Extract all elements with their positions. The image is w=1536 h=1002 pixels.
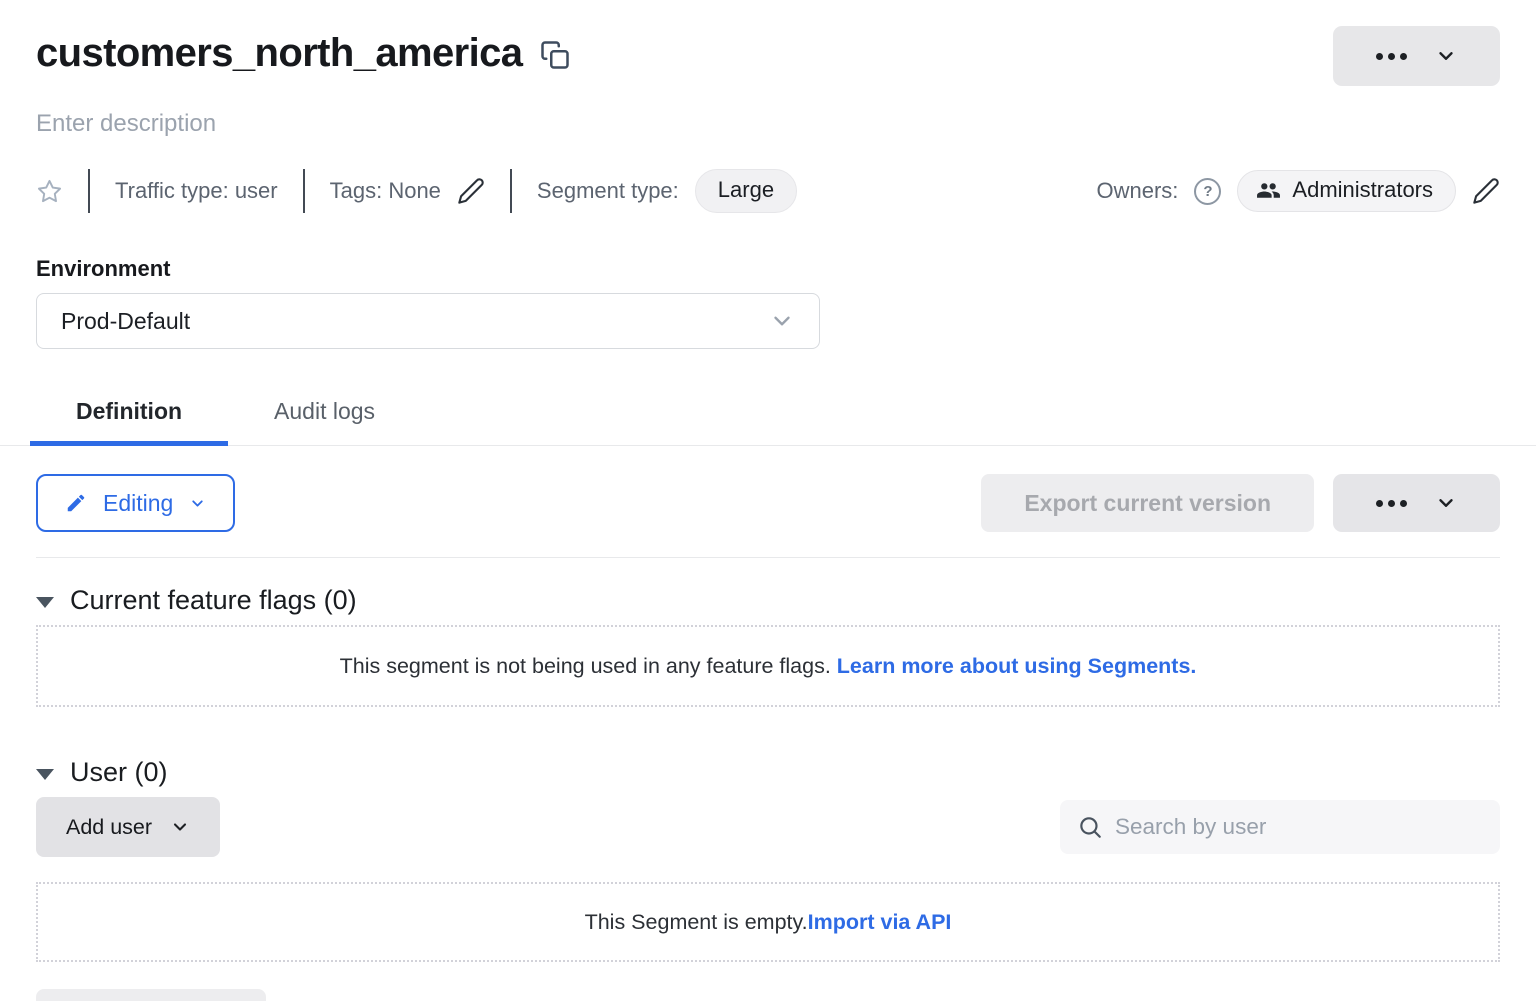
help-icon[interactable]: ? xyxy=(1194,178,1221,205)
user-empty-state: This Segment is empty.Import via API xyxy=(36,882,1500,962)
editing-label: Editing xyxy=(103,490,173,517)
segment-detail-page: customers_north_america Enter descriptio… xyxy=(0,26,1536,1001)
edit-tags-icon[interactable] xyxy=(457,177,485,205)
ellipsis-icon xyxy=(1376,53,1407,60)
environment-label: Environment xyxy=(36,256,1500,282)
editing-mode-button[interactable]: Editing xyxy=(36,474,235,532)
toolbar-right: Export current version xyxy=(981,474,1500,532)
star-icon[interactable] xyxy=(36,178,63,205)
meta-row: Traffic type: user Tags: None Segment ty… xyxy=(36,168,1500,214)
user-section-header[interactable]: User (0) xyxy=(36,757,1500,788)
export-current-version-button[interactable]: Export current version xyxy=(981,474,1314,532)
divider-vertical xyxy=(510,169,512,213)
chevron-down-icon xyxy=(170,817,190,837)
description-field[interactable]: Enter description xyxy=(36,110,1500,138)
collapse-triangle-icon xyxy=(36,769,54,780)
divider-vertical xyxy=(88,169,90,213)
chevron-down-icon xyxy=(189,495,206,512)
definition-toolbar: Editing Export current version xyxy=(36,474,1500,532)
tags-group: Tags: None xyxy=(330,177,485,205)
people-icon xyxy=(1256,178,1281,203)
environment-select[interactable]: Prod-Default xyxy=(36,293,820,349)
import-via-api-link[interactable]: Import via API xyxy=(808,910,952,934)
learn-more-segments-link[interactable]: Learn more about using Segments. xyxy=(837,654,1197,678)
tab-audit-logs[interactable]: Audit logs xyxy=(228,386,421,445)
user-section-title: User (0) xyxy=(70,757,168,788)
user-empty-text: This Segment is empty.Import via API xyxy=(585,910,952,935)
segment-type-label: Segment type: xyxy=(537,178,679,204)
header-more-button[interactable] xyxy=(1333,26,1500,86)
user-controls-row: Add user xyxy=(36,797,1500,857)
add-user-label: Add user xyxy=(66,815,152,840)
partial-bottom-button[interactable] xyxy=(36,989,266,1001)
feature-flags-empty-text: This segment is not being used in any fe… xyxy=(340,654,1197,679)
edit-owners-icon[interactable] xyxy=(1472,177,1500,205)
chevron-down-icon xyxy=(1435,492,1457,514)
user-search-box xyxy=(1060,800,1500,854)
owners-group: Owners: ? Administrators xyxy=(1096,170,1500,212)
feature-flags-section-header[interactable]: Current feature flags (0) xyxy=(36,585,1500,616)
page-header: customers_north_america xyxy=(36,26,1500,86)
traffic-type-label: Traffic type: user xyxy=(115,178,278,204)
search-by-user-input[interactable] xyxy=(1115,814,1483,840)
segment-type-group: Segment type: Large xyxy=(537,169,797,213)
chevron-down-icon xyxy=(1435,45,1457,67)
meta-left: Traffic type: user Tags: None Segment ty… xyxy=(36,169,797,213)
divider-vertical xyxy=(303,169,305,213)
search-icon xyxy=(1077,814,1103,840)
divider-horizontal xyxy=(36,557,1500,558)
environment-selected-value: Prod-Default xyxy=(61,308,190,335)
tags-label: Tags: None xyxy=(330,178,441,204)
pencil-icon xyxy=(65,492,87,514)
collapse-triangle-icon xyxy=(36,597,54,608)
owners-badge[interactable]: Administrators xyxy=(1237,170,1456,212)
ellipsis-icon xyxy=(1376,500,1407,507)
feature-flags-empty-state: This segment is not being used in any fe… xyxy=(36,625,1500,707)
definition-more-button[interactable] xyxy=(1333,474,1500,532)
page-title: customers_north_america xyxy=(36,26,522,80)
add-user-button[interactable]: Add user xyxy=(36,797,220,857)
owners-value: Administrators xyxy=(1292,177,1433,203)
tab-bar: Definition Audit logs xyxy=(0,386,1536,446)
copy-icon[interactable] xyxy=(540,40,570,70)
feature-flags-section-title: Current feature flags (0) xyxy=(70,585,357,616)
owners-label: Owners: xyxy=(1096,178,1178,204)
chevron-down-icon xyxy=(769,308,795,334)
title-wrap: customers_north_america xyxy=(36,26,570,80)
segment-type-badge: Large xyxy=(695,169,797,213)
tab-definition[interactable]: Definition xyxy=(30,386,228,445)
